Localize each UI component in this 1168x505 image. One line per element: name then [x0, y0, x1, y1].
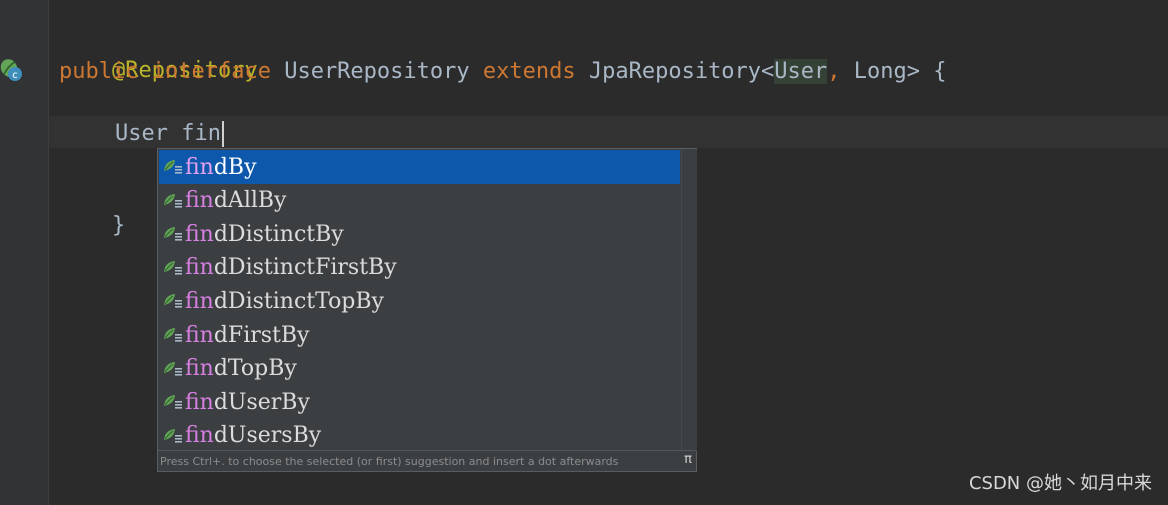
- generic-comma: ,: [827, 59, 841, 84]
- typed-text: fin: [181, 121, 221, 146]
- completion-match-prefix: fin: [185, 221, 214, 247]
- spring-method-icon: [164, 395, 182, 409]
- completion-popup[interactable]: findBy findAllBy findDistinctBy findDistinc…: [157, 148, 697, 472]
- spring-method-icon: [164, 227, 182, 241]
- completion-match-prefix: fin: [185, 423, 214, 449]
- spring-method-icon: [164, 193, 182, 208]
- completion-item[interactable]: findUserBy: [159, 385, 680, 419]
- generic-close: >: [906, 59, 921, 84]
- completion-item[interactable]: findAllBy: [159, 184, 680, 218]
- text-caret: [221, 121, 224, 147]
- csdn-watermark: CSDN @她丶如月中来: [968, 473, 1152, 494]
- completion-item-label: findBy: [185, 155, 257, 180]
- completion-match-prefix: fin: [185, 288, 214, 314]
- completion-item-suffix: dDistinctBy: [213, 221, 344, 247]
- editor-gutter: c: [0, 0, 49, 505]
- completion-item-label: findDistinctFirstBy: [185, 255, 397, 280]
- spring-method-icon: [164, 328, 182, 342]
- completion-match-prefix: fin: [185, 356, 214, 382]
- code-line-annotation: @Repository: [59, 26, 258, 83]
- completion-item[interactable]: findDistinctFirstBy: [159, 251, 680, 285]
- completion-item[interactable]: findFirstBy: [159, 318, 680, 352]
- generic-type-long: Long: [853, 59, 907, 84]
- completion-item-suffix: dDistinctTopBy: [213, 288, 384, 314]
- spring-method-icon: [164, 428, 182, 443]
- keyword-interface: interface: [151, 59, 271, 84]
- completion-item-suffix: dUsersBy: [213, 423, 322, 449]
- keyword-extends: extends: [482, 59, 576, 84]
- completion-item-label: findDistinctBy: [185, 222, 344, 247]
- completion-item-suffix: dUserBy: [213, 389, 310, 415]
- base-interface: JpaRepository: [588, 59, 762, 84]
- open-brace: {: [933, 59, 947, 84]
- completion-item-label: findAllBy: [185, 188, 286, 213]
- generic-type-user: User: [774, 59, 828, 84]
- completion-item[interactable]: findDistinctTopBy: [159, 284, 680, 318]
- completion-item-label: findTopBy: [185, 356, 297, 381]
- completion-match-prefix: fin: [185, 322, 214, 348]
- completion-item-label: findUsersBy: [185, 423, 321, 448]
- spring-repository-icon[interactable]: c: [0, 57, 24, 83]
- completion-item[interactable]: findBy: [159, 150, 680, 184]
- completion-item-suffix: dDistinctFirstBy: [213, 255, 397, 281]
- completion-item[interactable]: findDistinctBy: [159, 217, 680, 251]
- completion-match-prefix: fin: [185, 154, 214, 180]
- completion-item-suffix: dBy: [213, 154, 257, 180]
- spring-method-icon: [164, 160, 182, 174]
- completion-item-label: findUserBy: [185, 390, 310, 415]
- completion-item-suffix: dFirstBy: [213, 322, 310, 348]
- spring-method-icon: [164, 361, 182, 376]
- close-brace: }: [111, 213, 126, 238]
- completion-item[interactable]: findTopBy: [159, 352, 680, 386]
- code-line-close: }: [59, 181, 125, 238]
- completion-match-prefix: fin: [185, 389, 214, 415]
- pi-link[interactable]: π: [684, 452, 692, 467]
- return-type-user: User: [115, 121, 168, 146]
- spring-method-icon: [164, 260, 182, 275]
- code-line-typing[interactable]: User fin: [115, 119, 224, 149]
- interface-name: UserRepository: [284, 59, 470, 84]
- completion-hint-text: Press Ctrl+. to choose the selected (or …: [160, 454, 619, 468]
- completion-item-label: findDistinctTopBy: [185, 289, 384, 314]
- completion-scrollbar[interactable]: [681, 149, 697, 451]
- completion-match-prefix: fin: [185, 255, 214, 281]
- completion-match-prefix: fin: [185, 188, 214, 214]
- completion-item-label: findFirstBy: [185, 323, 309, 348]
- completion-item-suffix: dTopBy: [213, 356, 297, 382]
- code-line-interface-declaration: public interface UserRepository extends …: [59, 57, 947, 87]
- keyword-public: public: [59, 59, 139, 84]
- spring-method-icon: [164, 294, 182, 308]
- completion-item-suffix: dAllBy: [213, 188, 287, 214]
- generic-open: <: [761, 59, 775, 84]
- completion-hint-bar: Press Ctrl+. to choose the selected (or …: [158, 450, 696, 471]
- completion-item[interactable]: findUsersBy: [159, 419, 680, 453]
- svg-text:c: c: [12, 70, 18, 81]
